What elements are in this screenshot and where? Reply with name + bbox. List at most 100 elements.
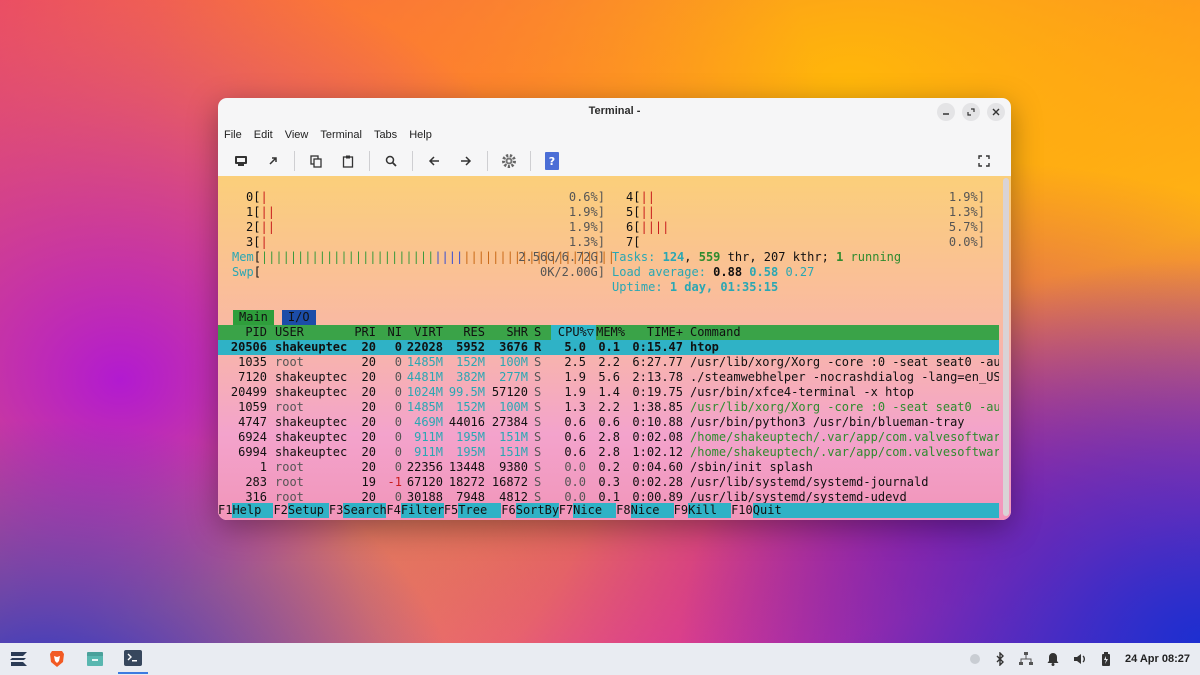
menu-file[interactable]: File — [224, 129, 242, 141]
app-menu-button[interactable] — [4, 644, 34, 674]
fkey-nice-minus[interactable]: Nice - — [573, 503, 617, 520]
load-5min: 0.58 — [749, 265, 779, 279]
cell-pri: 19 — [361, 475, 376, 489]
fullscreen-button[interactable] — [971, 149, 997, 173]
fkey-tree[interactable]: Tree — [458, 503, 502, 518]
find-button[interactable] — [378, 149, 404, 173]
cell-command: /home/shakeuptech/.var/app/com.valvesoft… — [690, 430, 999, 444]
fkey-kill[interactable]: Kill — [688, 503, 732, 518]
fkey-sortby[interactable]: SortBy — [515, 503, 559, 518]
bluetooth-icon[interactable] — [995, 652, 1005, 666]
kthread-count: 207 — [763, 250, 786, 264]
cell-res: 195M — [456, 430, 485, 444]
terminal-content[interactable]: 0[| 0.6%] 1[|| 1.9%] 2[|| 1.9%] 3[| 1.3%… — [218, 176, 1011, 520]
fkey-search[interactable]: Search — [343, 503, 387, 518]
cell-pid: 6994 — [238, 445, 267, 459]
header-virt[interactable]: VIRT — [404, 325, 443, 340]
fkey-number: F9 — [673, 503, 689, 517]
fkey-filter[interactable]: Filter — [400, 503, 444, 518]
header-pri[interactable]: PRI — [343, 325, 376, 340]
terminal-icon — [124, 650, 142, 666]
header-mem[interactable]: MEM% — [593, 325, 625, 340]
copy-button[interactable] — [303, 149, 329, 173]
close-button[interactable] — [987, 103, 1005, 121]
process-row[interactable]: 6924 shakeuptec 20 0 911M 195M 151M S 0.… — [218, 430, 999, 445]
tab-main[interactable]: Main — [233, 310, 274, 325]
cpu-id: 5 — [626, 205, 634, 219]
header-user[interactable]: USER — [275, 325, 304, 340]
forward-button[interactable] — [453, 149, 479, 173]
header-time[interactable]: TIME+ — [628, 325, 683, 340]
preferences-button[interactable] — [496, 149, 522, 173]
process-row[interactable]: 1035 root 20 0 1485M 152M 100M S 2.5 2.2… — [218, 355, 999, 370]
process-row[interactable]: 20499 shakeuptec 20 0 1024M 99.5M 57120 … — [218, 385, 999, 400]
fkey-help[interactable]: Help — [232, 503, 274, 518]
menu-terminal[interactable]: Terminal — [320, 129, 362, 141]
cell-state: S — [534, 430, 542, 444]
menu-tabs[interactable]: Tabs — [374, 129, 397, 141]
process-row[interactable]: 283 root 19 -1 67120 18272 16872 S 0.0 0… — [218, 475, 999, 490]
header-cpu[interactable]: CPU%▽ — [548, 325, 594, 340]
cell-user: shakeuptec — [275, 385, 348, 399]
header-ni[interactable]: NI — [378, 325, 402, 340]
menu-bar: File Edit View Terminal Tabs Help — [218, 124, 1011, 146]
header-shr[interactable]: SHR — [488, 325, 528, 340]
cell-state: S — [534, 460, 542, 474]
process-row[interactable]: 1 root 20 0 22356 13448 9380 S 0.0 0.2 0… — [218, 460, 999, 475]
cell-mem: 2.2 — [598, 400, 620, 414]
cell-virt: 469M — [414, 415, 443, 429]
toolbar-divider — [487, 151, 488, 171]
new-window-button[interactable] — [260, 149, 286, 173]
cell-pri: 20 — [361, 370, 376, 384]
cpu-id: 7 — [626, 235, 634, 249]
cpu-meter: 4[|| — [626, 190, 655, 204]
maximize-button[interactable] — [962, 103, 980, 121]
header-command[interactable]: Command — [690, 325, 999, 340]
header-res[interactable]: RES — [448, 325, 485, 340]
files-button[interactable] — [80, 644, 110, 674]
forward-icon — [461, 156, 472, 166]
menu-view[interactable]: View — [285, 129, 309, 141]
network-icon[interactable] — [1018, 652, 1033, 666]
new-tab-button[interactable] — [228, 149, 254, 173]
cell-pid: 283 — [245, 475, 267, 489]
load-15min: 0.27 — [785, 265, 815, 279]
process-row[interactable]: 1059 root 20 0 1485M 152M 100M S 1.3 2.2… — [218, 400, 999, 415]
process-row[interactable]: 7120 shakeuptec 20 0 4481M 382M 277M S 1… — [218, 370, 999, 385]
process-row[interactable]: 4747 shakeuptec 20 0 469M 44016 27384 S … — [218, 415, 999, 430]
menu-help[interactable]: Help — [409, 129, 432, 141]
paste-button[interactable] — [335, 149, 361, 173]
notifications-icon[interactable] — [1047, 652, 1059, 666]
cell-ni: 0 — [394, 370, 402, 384]
files-icon — [87, 652, 103, 666]
help-button[interactable]: ? — [539, 149, 565, 173]
htop-tabs: Main I/O — [233, 310, 316, 325]
clock[interactable]: 24 Apr 08:27 — [1125, 653, 1190, 665]
fkey-nice-plus[interactable]: Nice + — [630, 503, 674, 520]
cell-mem: 2.8 — [598, 445, 620, 459]
cell-ni: -1 — [387, 475, 402, 489]
cell-user: shakeuptec — [275, 370, 348, 384]
cell-time: 0:15.47 — [632, 340, 683, 354]
cell-pri: 20 — [361, 355, 376, 369]
scrollbar[interactable] — [1003, 178, 1009, 516]
back-button[interactable] — [421, 149, 447, 173]
cell-time: 0:02.08 — [632, 430, 683, 444]
tab-io[interactable]: I/O — [281, 310, 316, 325]
back-icon — [428, 156, 439, 166]
fkey-quit[interactable]: Quit — [752, 503, 999, 518]
title-bar[interactable]: Terminal - — [218, 98, 1011, 124]
battery-icon[interactable] — [1101, 652, 1111, 666]
fkey-number: F5 — [443, 503, 459, 517]
header-state[interactable]: S — [534, 325, 541, 340]
brave-browser-button[interactable] — [42, 644, 72, 674]
menu-edit[interactable]: Edit — [254, 129, 273, 141]
volume-icon[interactable] — [1073, 653, 1087, 665]
header-pid[interactable]: PID — [218, 325, 267, 340]
minimize-button[interactable] — [937, 103, 955, 121]
terminal-taskbar-button[interactable] — [118, 644, 148, 674]
status-icon[interactable] — [969, 653, 981, 665]
fkey-setup[interactable]: Setup — [287, 503, 329, 518]
process-row[interactable]: 20506 shakeuptec 20 0 22028 5952 3676 R … — [218, 340, 999, 355]
process-row[interactable]: 6994 shakeuptec 20 0 911M 195M 151M S 0.… — [218, 445, 999, 460]
